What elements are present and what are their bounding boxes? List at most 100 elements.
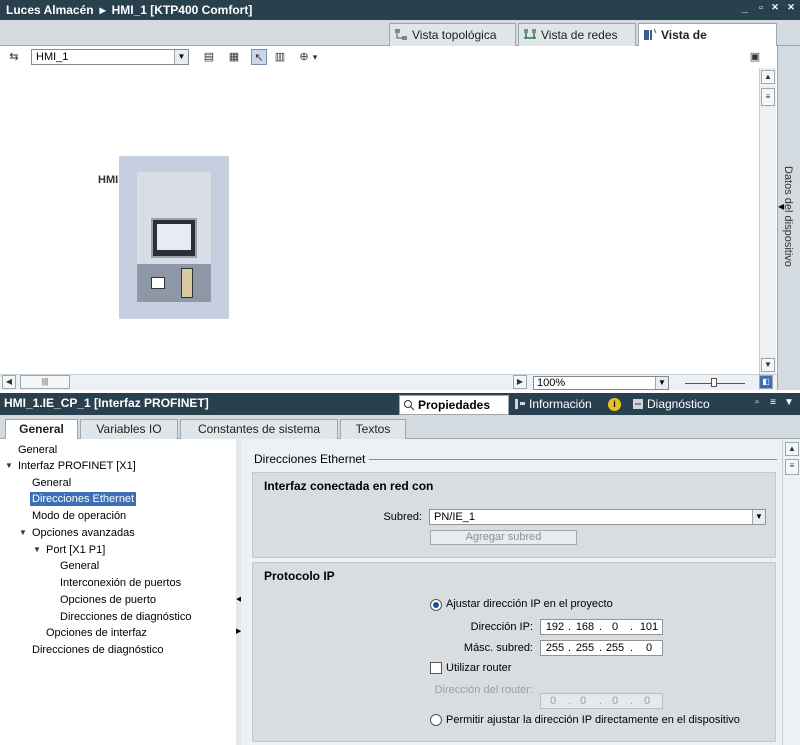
nav-item-diagnostic-addresses[interactable]: Direcciones de diagnóstico [32, 643, 163, 657]
grid-icon[interactable]: ▥ [272, 49, 288, 65]
subnet-label: Subred: [383, 511, 422, 523]
close-button[interactable]: ✕ [768, 2, 782, 13]
zoom-select[interactable]: 100% ▼ [533, 376, 669, 390]
section-title: Direcciones Ethernet [254, 452, 366, 466]
properties-subtabs: General Variables IO Constantes de siste… [0, 415, 800, 440]
subtab-general[interactable]: General [5, 419, 78, 440]
tab-device-view[interactable]: Vista de dispositivos [638, 23, 777, 64]
scroll-down-icon[interactable]: ▼ [761, 358, 775, 372]
ip-address-input[interactable]: 192. 168. 0. 101 [540, 619, 663, 635]
minimize-button[interactable]: _ [738, 2, 752, 14]
breadcrumb-separator-icon: ▸ [99, 3, 106, 17]
network-icon [524, 29, 536, 39]
subtab-system-constants[interactable]: Constantes de sistema [180, 419, 338, 439]
device-view-icon [644, 28, 657, 40]
chevron-down-icon: ▼ [655, 377, 668, 389]
subtab-texts[interactable]: Textos [340, 419, 406, 439]
device-canvas[interactable] [1, 68, 759, 374]
panel-collapse-icon[interactable]: ▼ [782, 397, 796, 408]
overview-toggle-icon[interactable]: ▣ [747, 49, 763, 65]
scroll-up-icon[interactable]: ▲ [761, 70, 775, 84]
project-name: Luces Almacén [6, 3, 94, 17]
use-router-checkbox[interactable] [430, 662, 442, 674]
panel-layout-icon[interactable]: ≡ [766, 397, 780, 408]
device-select[interactable]: HMI_1 ▼ [31, 49, 189, 65]
properties-icon[interactable]: ▤ [201, 49, 217, 65]
nav-item-ethernet-addresses[interactable]: Direcciones Ethernet [30, 492, 137, 506]
title-bar: Luces Almacén ▸ HMI_1 [KTP400 Comfort] [0, 0, 800, 20]
hmi-interface-module[interactable] [137, 264, 211, 302]
nav-item-operating-mode[interactable]: Modo de operación [32, 509, 126, 523]
scroll-thumb[interactable]: ≡ [761, 88, 775, 106]
properties-icon [404, 400, 415, 411]
device-data-side-panel[interactable]: Datos del dispositivo ◀ [777, 46, 800, 390]
nav-item-advanced-options[interactable]: Opciones avanzadas [32, 526, 135, 540]
use-router-label: Utilizar router [446, 662, 512, 674]
pointer-tool-icon[interactable]: ↖ [251, 49, 267, 65]
zoom-slider[interactable] [685, 377, 745, 388]
info-badge-icon: i [608, 398, 621, 411]
nav-item-port-options[interactable]: Opciones de puerto [60, 593, 156, 607]
h-scroll-thumb[interactable]: ||| [20, 375, 70, 389]
navigation-icon[interactable]: ◧ [759, 375, 773, 389]
section-divider [369, 459, 777, 460]
panel-restore-icon[interactable]: ▫ [750, 397, 764, 408]
tab-topology-view[interactable]: Vista topológica [389, 23, 516, 46]
expand-arrow-icon[interactable]: ◀ [778, 202, 784, 211]
device-label: HMI [98, 174, 119, 186]
add-subnet-button[interactable]: Agregar subred [430, 530, 577, 545]
network-group-title: Interfaz conectada en red con [264, 479, 434, 493]
allow-device-ip-label: Permitir ajustar la dirección IP directa… [446, 714, 740, 726]
chevron-down-icon: ▼ [174, 50, 188, 64]
subnet-select[interactable]: PN/IE_1 ▼ [429, 509, 766, 525]
canvas-horizontal-scrollbar: ◀ ||| ▶ 100% ▼ ◧ [0, 374, 777, 390]
hmi-screen-icon [151, 218, 197, 258]
view-tabs-bar: Vista topológica Vista de redes Vista de… [0, 20, 800, 64]
panel-close-icon[interactable]: ✕ [784, 2, 798, 13]
subnet-mask-label: Másc. subred: [463, 642, 533, 654]
device-overview-icon[interactable]: ⇆ [6, 49, 22, 65]
set-ip-in-project-label: Ajustar dirección IP en el proyecto [446, 598, 613, 610]
nav-item-profinet-interface[interactable]: Interfaz PROFINET [X1] [18, 459, 136, 473]
show-module-labels-icon[interactable]: ▦ [226, 49, 242, 65]
scroll-left-icon[interactable]: ◀ [2, 375, 16, 389]
scroll-thumb[interactable]: ≡ [785, 459, 799, 475]
nav-item-interface-options[interactable]: Opciones de interfaz [46, 626, 147, 640]
chevron-down-icon: ▼ [752, 510, 765, 524]
nav-item-port[interactable]: Port [X1 P1] [46, 543, 105, 557]
scroll-up-icon[interactable]: ▲ [785, 442, 799, 456]
nav-item-port-diagnostic-addresses[interactable]: Direcciones de diagnóstico [60, 610, 191, 624]
allow-device-ip-radio[interactable] [430, 714, 442, 726]
nav-item-port-general[interactable]: General [60, 559, 99, 573]
collapse-icon[interactable]: ▼ [5, 461, 13, 470]
tab-properties[interactable]: Propiedades [399, 395, 509, 415]
tab-information[interactable]: Información i [511, 395, 627, 415]
information-icon [515, 399, 525, 409]
content-vertical-scrollbar[interactable]: ▲ ≡ [782, 439, 800, 745]
hmi-device[interactable] [119, 156, 229, 319]
collapse-icon[interactable]: ▼ [19, 528, 27, 537]
properties-header: HMI_1.IE_CP_1 [Interfaz PROFINET] Propie… [0, 393, 800, 415]
scroll-right-icon[interactable]: ▶ [513, 375, 527, 389]
nav-item-interface-general[interactable]: General [32, 476, 71, 490]
tab-network-view[interactable]: Vista de redes [518, 23, 636, 46]
zoom-dropdown-icon[interactable]: ▾ [310, 49, 320, 65]
router-address-input[interactable]: 0. 0. 0. 0 [540, 693, 663, 709]
ip-address-label: Dirección IP: [470, 621, 533, 633]
restore-button[interactable]: ▫ [754, 2, 768, 14]
device-data-label: Datos del dispositivo [782, 166, 794, 267]
tab-diagnostics[interactable]: Diagnóstico [629, 395, 729, 415]
ethernet-port-icon [151, 277, 165, 289]
router-address-label: Dirección del router: [434, 684, 533, 696]
set-ip-in-project-radio[interactable] [430, 599, 442, 611]
nav-item-general[interactable]: General [18, 443, 57, 457]
ip-protocol-title: Protocolo IP [264, 569, 335, 583]
serial-port-icon [181, 268, 193, 298]
nav-item-port-interconnection[interactable]: Interconexión de puertos [60, 576, 181, 590]
topology-icon [395, 29, 407, 40]
canvas-vertical-scrollbar[interactable]: ▲ ≡ ▼ [759, 68, 776, 374]
subtab-io-variables[interactable]: Variables IO [80, 419, 178, 439]
collapse-icon[interactable]: ▼ [33, 545, 41, 554]
subnet-mask-input[interactable]: 255. 255. 255. 0 [540, 640, 663, 656]
device-view-toolbar: ⇆ HMI_1 ▼ ▤ ▦ ↖ ▥ ⊕ ▾ ▣ [0, 46, 800, 68]
